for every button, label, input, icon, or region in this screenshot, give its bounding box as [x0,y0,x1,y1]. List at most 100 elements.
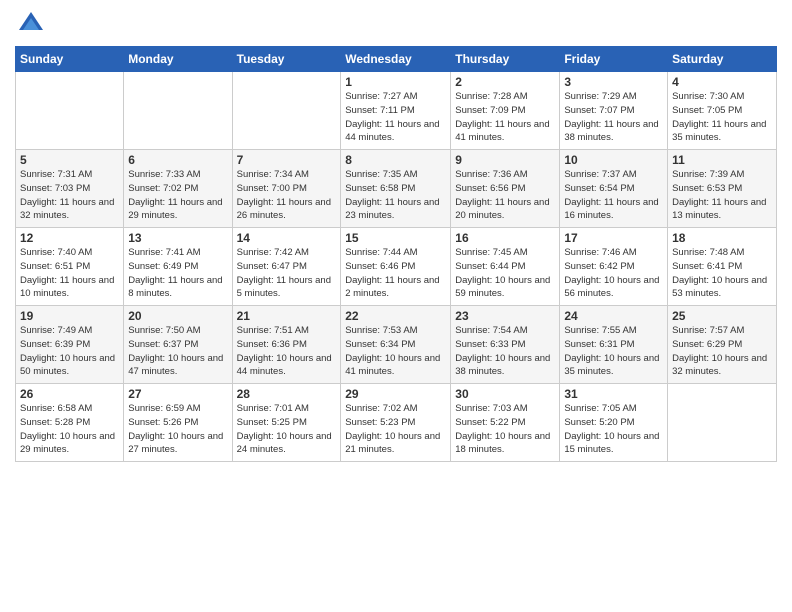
day-info: Sunrise: 6:58 AM Sunset: 5:28 PM Dayligh… [20,402,119,457]
calendar-cell: 28Sunrise: 7:01 AM Sunset: 5:25 PM Dayli… [232,384,341,462]
header [15,10,777,38]
day-info: Sunrise: 7:27 AM Sunset: 7:11 PM Dayligh… [345,90,446,145]
logo [15,10,45,38]
day-info: Sunrise: 7:42 AM Sunset: 6:47 PM Dayligh… [237,246,337,301]
day-number: 9 [455,153,555,167]
calendar-cell: 12Sunrise: 7:40 AM Sunset: 6:51 PM Dayli… [16,228,124,306]
day-number: 17 [564,231,663,245]
day-number: 15 [345,231,446,245]
day-info: Sunrise: 7:30 AM Sunset: 7:05 PM Dayligh… [672,90,772,145]
day-info: Sunrise: 7:53 AM Sunset: 6:34 PM Dayligh… [345,324,446,379]
day-info: Sunrise: 7:29 AM Sunset: 7:07 PM Dayligh… [564,90,663,145]
day-info: Sunrise: 7:45 AM Sunset: 6:44 PM Dayligh… [455,246,555,301]
day-info: Sunrise: 7:50 AM Sunset: 6:37 PM Dayligh… [128,324,227,379]
day-number: 10 [564,153,663,167]
week-row-2: 12Sunrise: 7:40 AM Sunset: 6:51 PM Dayli… [16,228,777,306]
day-info: Sunrise: 7:37 AM Sunset: 6:54 PM Dayligh… [564,168,663,223]
day-number: 8 [345,153,446,167]
calendar-cell: 19Sunrise: 7:49 AM Sunset: 6:39 PM Dayli… [16,306,124,384]
day-number: 21 [237,309,337,323]
calendar-cell: 31Sunrise: 7:05 AM Sunset: 5:20 PM Dayli… [560,384,668,462]
logo-icon [17,10,45,38]
day-number: 30 [455,387,555,401]
calendar-cell: 24Sunrise: 7:55 AM Sunset: 6:31 PM Dayli… [560,306,668,384]
day-number: 25 [672,309,772,323]
calendar-cell: 7Sunrise: 7:34 AM Sunset: 7:00 PM Daylig… [232,150,341,228]
day-number: 12 [20,231,119,245]
day-number: 24 [564,309,663,323]
weekday-header-tuesday: Tuesday [232,47,341,72]
week-row-3: 19Sunrise: 7:49 AM Sunset: 6:39 PM Dayli… [16,306,777,384]
calendar-cell: 17Sunrise: 7:46 AM Sunset: 6:42 PM Dayli… [560,228,668,306]
weekday-header-saturday: Saturday [668,47,777,72]
day-number: 22 [345,309,446,323]
day-info: Sunrise: 7:02 AM Sunset: 5:23 PM Dayligh… [345,402,446,457]
day-info: Sunrise: 7:35 AM Sunset: 6:58 PM Dayligh… [345,168,446,223]
calendar-cell: 18Sunrise: 7:48 AM Sunset: 6:41 PM Dayli… [668,228,777,306]
day-number: 16 [455,231,555,245]
calendar-cell [668,384,777,462]
calendar-cell: 5Sunrise: 7:31 AM Sunset: 7:03 PM Daylig… [16,150,124,228]
calendar-cell [124,72,232,150]
day-number: 7 [237,153,337,167]
day-number: 18 [672,231,772,245]
day-info: Sunrise: 7:05 AM Sunset: 5:20 PM Dayligh… [564,402,663,457]
day-info: Sunrise: 7:39 AM Sunset: 6:53 PM Dayligh… [672,168,772,223]
calendar-cell: 23Sunrise: 7:54 AM Sunset: 6:33 PM Dayli… [451,306,560,384]
calendar-cell: 10Sunrise: 7:37 AM Sunset: 6:54 PM Dayli… [560,150,668,228]
calendar-cell: 3Sunrise: 7:29 AM Sunset: 7:07 PM Daylig… [560,72,668,150]
calendar-cell: 9Sunrise: 7:36 AM Sunset: 6:56 PM Daylig… [451,150,560,228]
day-info: Sunrise: 7:46 AM Sunset: 6:42 PM Dayligh… [564,246,663,301]
day-number: 11 [672,153,772,167]
calendar-cell: 16Sunrise: 7:45 AM Sunset: 6:44 PM Dayli… [451,228,560,306]
weekday-header-sunday: Sunday [16,47,124,72]
calendar-cell: 27Sunrise: 6:59 AM Sunset: 5:26 PM Dayli… [124,384,232,462]
calendar-cell [16,72,124,150]
calendar-cell: 2Sunrise: 7:28 AM Sunset: 7:09 PM Daylig… [451,72,560,150]
week-row-0: 1Sunrise: 7:27 AM Sunset: 7:11 PM Daylig… [16,72,777,150]
page: SundayMondayTuesdayWednesdayThursdayFrid… [0,0,792,612]
calendar-cell: 4Sunrise: 7:30 AM Sunset: 7:05 PM Daylig… [668,72,777,150]
day-number: 19 [20,309,119,323]
weekday-header-monday: Monday [124,47,232,72]
day-number: 3 [564,75,663,89]
day-number: 5 [20,153,119,167]
day-info: Sunrise: 7:36 AM Sunset: 6:56 PM Dayligh… [455,168,555,223]
day-info: Sunrise: 7:51 AM Sunset: 6:36 PM Dayligh… [237,324,337,379]
calendar-cell: 15Sunrise: 7:44 AM Sunset: 6:46 PM Dayli… [341,228,451,306]
calendar-cell: 11Sunrise: 7:39 AM Sunset: 6:53 PM Dayli… [668,150,777,228]
day-number: 2 [455,75,555,89]
week-row-1: 5Sunrise: 7:31 AM Sunset: 7:03 PM Daylig… [16,150,777,228]
day-info: Sunrise: 7:54 AM Sunset: 6:33 PM Dayligh… [455,324,555,379]
day-info: Sunrise: 7:33 AM Sunset: 7:02 PM Dayligh… [128,168,227,223]
day-info: Sunrise: 7:48 AM Sunset: 6:41 PM Dayligh… [672,246,772,301]
calendar-cell: 6Sunrise: 7:33 AM Sunset: 7:02 PM Daylig… [124,150,232,228]
day-info: Sunrise: 7:34 AM Sunset: 7:00 PM Dayligh… [237,168,337,223]
day-number: 1 [345,75,446,89]
day-number: 20 [128,309,227,323]
day-number: 13 [128,231,227,245]
day-info: Sunrise: 7:44 AM Sunset: 6:46 PM Dayligh… [345,246,446,301]
weekday-header-friday: Friday [560,47,668,72]
day-info: Sunrise: 7:28 AM Sunset: 7:09 PM Dayligh… [455,90,555,145]
day-info: Sunrise: 7:31 AM Sunset: 7:03 PM Dayligh… [20,168,119,223]
day-number: 26 [20,387,119,401]
day-info: Sunrise: 7:49 AM Sunset: 6:39 PM Dayligh… [20,324,119,379]
day-number: 23 [455,309,555,323]
day-number: 14 [237,231,337,245]
day-info: Sunrise: 7:03 AM Sunset: 5:22 PM Dayligh… [455,402,555,457]
calendar-cell: 29Sunrise: 7:02 AM Sunset: 5:23 PM Dayli… [341,384,451,462]
day-number: 28 [237,387,337,401]
calendar-cell: 8Sunrise: 7:35 AM Sunset: 6:58 PM Daylig… [341,150,451,228]
day-number: 4 [672,75,772,89]
calendar-cell: 22Sunrise: 7:53 AM Sunset: 6:34 PM Dayli… [341,306,451,384]
day-info: Sunrise: 7:55 AM Sunset: 6:31 PM Dayligh… [564,324,663,379]
weekday-header-wednesday: Wednesday [341,47,451,72]
calendar-cell [232,72,341,150]
calendar-cell: 20Sunrise: 7:50 AM Sunset: 6:37 PM Dayli… [124,306,232,384]
calendar-cell: 26Sunrise: 6:58 AM Sunset: 5:28 PM Dayli… [16,384,124,462]
calendar-cell: 13Sunrise: 7:41 AM Sunset: 6:49 PM Dayli… [124,228,232,306]
day-number: 6 [128,153,227,167]
weekday-header-row: SundayMondayTuesdayWednesdayThursdayFrid… [16,47,777,72]
day-info: Sunrise: 7:41 AM Sunset: 6:49 PM Dayligh… [128,246,227,301]
